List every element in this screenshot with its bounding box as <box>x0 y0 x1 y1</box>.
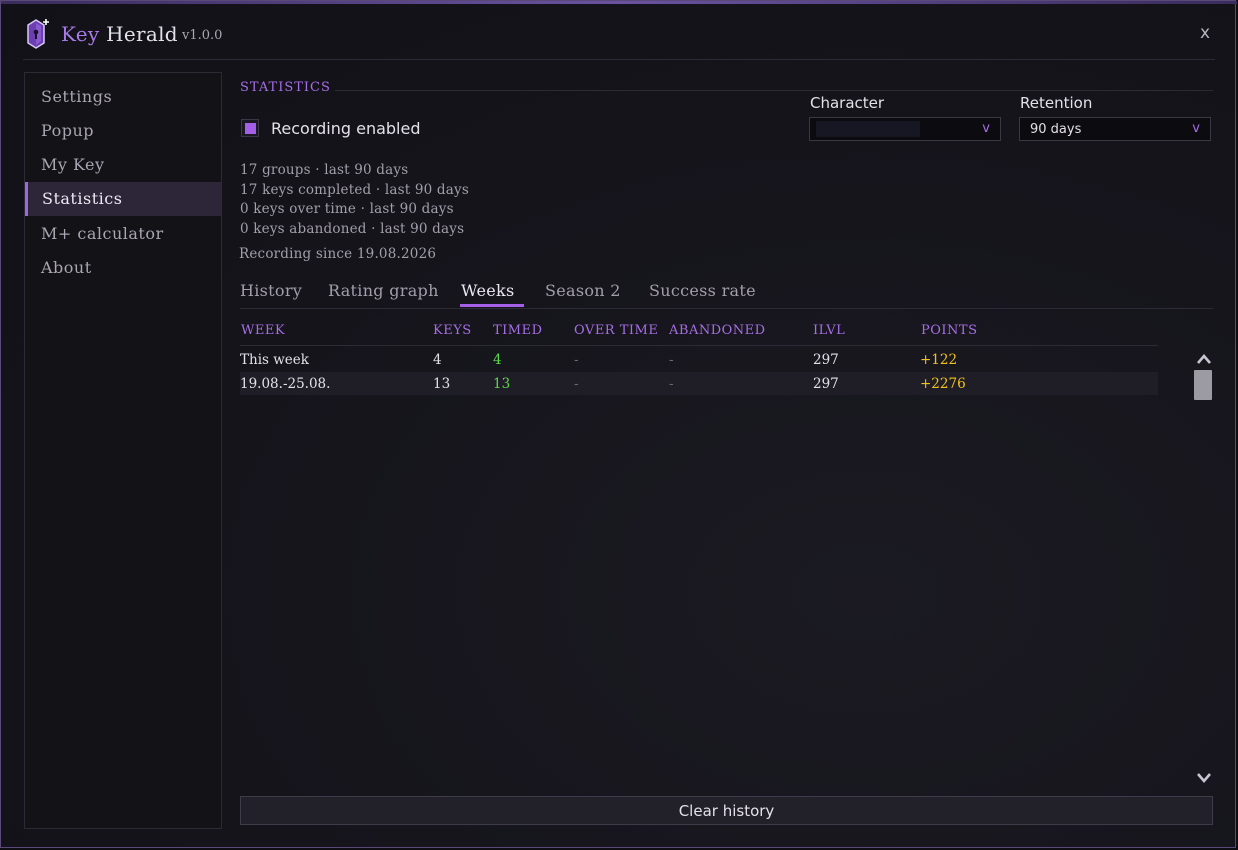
cell-keys: 4 <box>433 352 442 368</box>
recording-checkbox[interactable] <box>241 119 259 137</box>
cell-week: 19.08.-25.08. <box>240 376 331 392</box>
recording-label: Recording enabled <box>271 119 421 138</box>
tab-rating-graph[interactable]: Rating graph <box>328 281 439 300</box>
cell-abandoned: - <box>669 376 674 392</box>
cell-over-time: - <box>574 376 579 392</box>
column-header-timed: TIMED <box>493 323 543 338</box>
recording-since: Recording since 19.08.2026 <box>239 246 437 262</box>
character-label: Character <box>810 94 885 112</box>
retention-label: Retention <box>1020 94 1093 112</box>
sidebar-item-my-key[interactable]: My Key <box>25 148 221 182</box>
column-header-week: WEEK <box>241 323 286 338</box>
sidebar-item-mplus-calculator[interactable]: M+ calculator <box>25 217 221 251</box>
chevron-up-icon[interactable] <box>1196 352 1212 366</box>
cell-points: +2276 <box>920 376 966 392</box>
sidebar-item-popup[interactable]: Popup <box>25 114 221 148</box>
title-divider <box>23 59 1215 60</box>
section-title: STATISTICS <box>240 80 331 95</box>
cell-timed: 13 <box>493 376 511 392</box>
column-header-over-time: OVER TIME <box>574 323 659 338</box>
column-header-keys: KEYS <box>433 323 472 338</box>
sidebar-item-label: My Key <box>41 155 105 174</box>
column-header-ilvl: ILVL <box>813 323 846 338</box>
cell-week: This week <box>240 352 309 368</box>
app-title: Key Herald <box>61 22 178 46</box>
table-header-divider <box>240 345 1158 346</box>
character-dropdown[interactable]: v <box>809 117 1001 141</box>
retention-value: 90 days <box>1030 122 1082 137</box>
cell-points: +122 <box>920 352 958 368</box>
app-version: v1.0.0 <box>182 28 223 43</box>
table-row: This week 4 4 - - 297 +122 <box>240 348 1158 371</box>
checkbox-fill <box>245 123 256 134</box>
tab-weeks[interactable]: Weeks <box>461 281 514 300</box>
scrollbar-thumb[interactable] <box>1194 370 1212 400</box>
sidebar-item-label: Statistics <box>42 189 123 208</box>
table-row: 19.08.-25.08. 13 13 - - 297 +2276 <box>240 372 1158 395</box>
close-button[interactable]: x <box>1200 23 1210 43</box>
app-title-herald: Herald <box>106 22 178 46</box>
sidebar-item-label: About <box>41 258 92 277</box>
cell-ilvl: 297 <box>813 376 839 392</box>
cell-abandoned: - <box>669 352 674 368</box>
cell-keys: 13 <box>433 376 451 392</box>
sidebar-item-settings[interactable]: Settings <box>25 80 221 114</box>
key-crystal-icon <box>27 19 49 49</box>
column-header-points: POINTS <box>921 323 978 338</box>
app-window: Key Herald v1.0.0 x Settings Popup My Ke… <box>0 0 1237 848</box>
character-value-redacted <box>816 121 920 137</box>
tab-divider <box>240 308 1213 309</box>
retention-dropdown[interactable]: 90 days v <box>1019 117 1211 141</box>
cell-ilvl: 297 <box>813 352 839 368</box>
active-tab-indicator <box>460 304 524 307</box>
chevron-down-icon: v <box>982 121 990 136</box>
cell-over-time: - <box>574 352 579 368</box>
sidebar-item-label: M+ calculator <box>41 224 164 243</box>
cell-timed: 4 <box>493 352 502 368</box>
title-bar: Key Herald v1.0.0 x <box>1 1 1237 61</box>
sidebar: Settings Popup My Key Statistics M+ calc… <box>24 72 222 829</box>
stat-groups: 17 groups · last 90 days <box>240 162 409 178</box>
tab-success-rate[interactable]: Success rate <box>649 281 756 300</box>
clear-history-label: Clear history <box>678 802 775 820</box>
stat-keys-completed: 17 keys completed · last 90 days <box>240 182 469 198</box>
sidebar-item-label: Popup <box>41 121 95 140</box>
column-header-abandoned: ABANDONED <box>669 323 766 338</box>
stat-keys-over-time: 0 keys over time · last 90 days <box>240 201 454 217</box>
chevron-down-icon: v <box>1192 121 1200 136</box>
stat-keys-abandoned: 0 keys abandoned · last 90 days <box>240 221 465 237</box>
section-divider <box>335 90 1213 91</box>
sidebar-item-label: Settings <box>41 87 113 106</box>
clear-history-button[interactable]: Clear history <box>240 796 1213 825</box>
chevron-down-icon[interactable] <box>1196 771 1212 785</box>
app-title-key: Key <box>61 22 100 46</box>
sidebar-item-statistics[interactable]: Statistics <box>25 182 221 216</box>
tab-season-2[interactable]: Season 2 <box>545 281 621 300</box>
sidebar-item-about[interactable]: About <box>25 251 221 285</box>
tab-history[interactable]: History <box>240 281 302 300</box>
